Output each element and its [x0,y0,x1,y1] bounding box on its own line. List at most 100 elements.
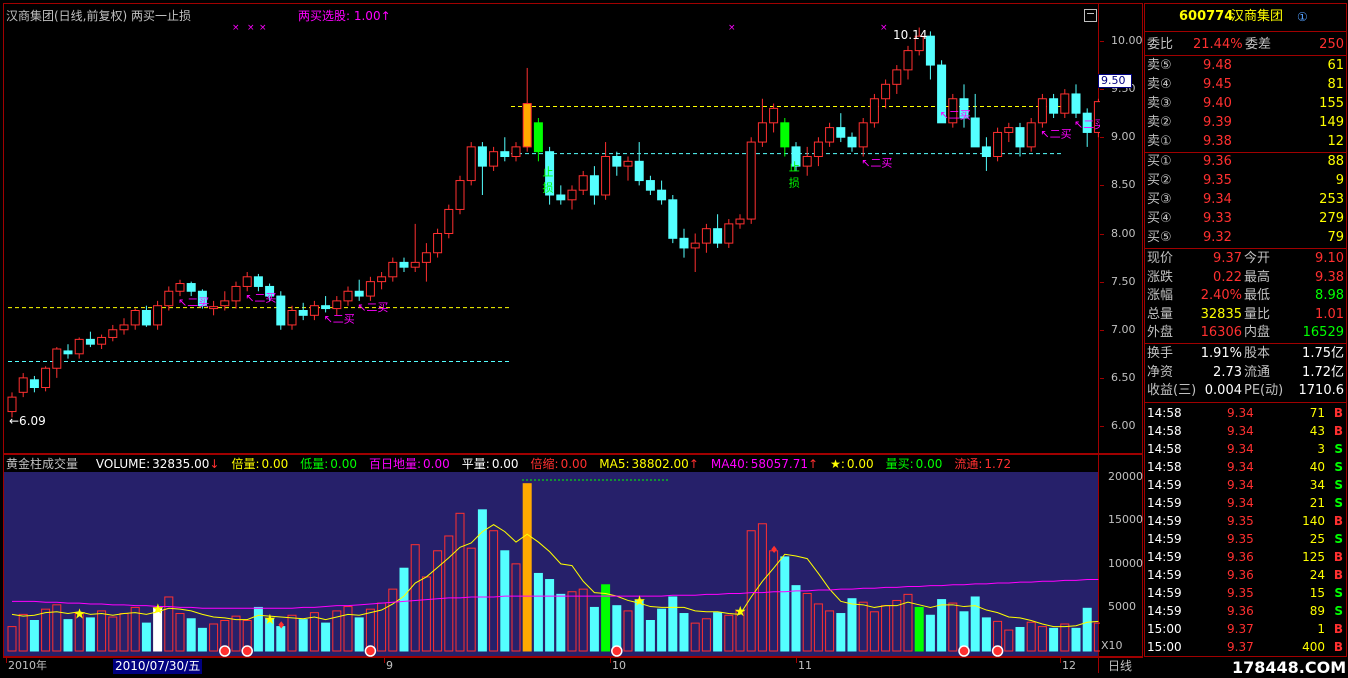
price-tick-mark [1100,281,1104,283]
candle-body [701,228,711,244]
tick-row: 14:59 9.36 89 S [1145,602,1348,620]
buy-signal-marker: ↖二买 [357,301,388,314]
tick-volume: 71 [1309,406,1325,420]
quote-stat-value: 8.98 [1315,288,1344,303]
candle-body [578,175,588,191]
volume-bar [421,576,431,652]
ask-price: 9.45 [1203,77,1232,92]
tick-time: 14:59 [1147,514,1182,528]
quote-stat-value: 16529 [1302,325,1344,340]
candle-body [511,146,521,157]
tick-volume: 140 [1302,514,1325,528]
volume-bar [29,620,39,652]
price-tick-mark [1100,426,1104,427]
volume-bar [1004,629,1014,652]
tick-side: S [1334,442,1343,456]
candle-body [1037,98,1047,124]
candle-body [242,276,252,287]
candle-body [645,180,655,191]
tick-side: S [1334,478,1343,492]
ask-volume: 81 [1327,77,1344,92]
ask-row: 卖④ 9.45 81 [1145,76,1348,94]
tick-row: 15:00 9.37 1 B [1145,620,1348,638]
tick-row: 14:59 9.34 34 S [1145,476,1348,494]
volume-unit: X10 [1101,639,1123,652]
volume-bar [119,613,129,652]
candle-body [993,131,1003,157]
volume-bar [645,620,655,652]
ma5-volume-line [11,524,1099,628]
volume-tick-label: 15000 [1108,513,1143,527]
fundamental-row: 收益(三) 0.004 PE(动) 1710.6 [1145,382,1348,400]
candle-body [1026,122,1036,148]
candle-body [690,242,700,249]
price-tick-label: 10.00 [1111,34,1143,47]
tick-price: 9.35 [1227,532,1254,546]
volume-bar [679,613,689,652]
x-axis-label: 11 [798,659,812,672]
period-label[interactable]: 日线 [1108,659,1132,673]
quote-header: 600774 汉商集团 ① [1145,8,1348,26]
tick-volume: 3 [1317,442,1325,456]
quote-stat-label: 最高 [1244,269,1271,285]
tick-price: 9.35 [1227,514,1254,528]
candle-body [410,261,420,268]
volume-bar [85,617,95,652]
tick-volume: 89 [1309,604,1325,618]
candle-body [365,281,375,297]
quote-stat-value: 32835 [1200,306,1242,322]
price-tick-mark [1100,185,1104,187]
volume-bar [1060,623,1070,652]
quote-stat-label: 现价 [1147,251,1174,266]
price-tick-mark [1100,137,1104,139]
volume-bar [813,603,823,652]
volume-axis: 20000 15000 10000 5000 [1100,456,1143,656]
volume-bar [410,544,420,652]
volume-bar [858,601,868,652]
low-price-label: ←6.09 [9,414,46,428]
bid-label: 买⑤ [1147,230,1172,245]
volume-bar [791,585,801,652]
candle-body [276,295,286,326]
volume-bar [937,599,947,652]
info-icon[interactable]: ① [1297,9,1308,25]
quote-stat-label: 最低 [1244,288,1271,303]
quote-divider [1145,248,1347,249]
volume-bar [63,619,73,652]
candle-body [522,103,532,148]
volume-bar [914,606,924,652]
ask-volume: 61 [1327,58,1344,73]
tick-volume: 400 [1302,640,1325,654]
volume-bar [567,591,577,652]
volume-bar [1015,626,1025,652]
tick-row: 14:59 9.35 15 S [1145,584,1348,602]
tick-time: 14:59 [1147,496,1182,510]
volume-bar [388,588,398,652]
volume-bar [1037,626,1047,652]
volume-bar [869,611,879,652]
stop-loss-marker: 损 [542,180,553,194]
candle-body [321,305,331,310]
bid-volume: 9 [1335,173,1344,188]
candle-body [668,199,678,239]
buy-signal-marker: ↖二买 [861,157,892,170]
candle-body [634,160,644,182]
candle-body [164,290,174,307]
star-marker: ★ [152,601,165,617]
weibi-value: 21.44% [1193,37,1243,52]
x-axis-label: 9 [386,659,393,672]
volume-bar [836,613,846,652]
star-marker: ★ [633,593,646,609]
fundamental-label: 收益(三) [1147,383,1197,398]
volume-bar [657,608,667,652]
tick-price: 9.34 [1227,460,1254,474]
tick-price: 9.34 [1227,478,1254,492]
volume-bar [578,588,588,652]
candle-body [533,122,543,153]
cross-circle-marker [958,645,970,657]
volume-bar [41,608,51,652]
tick-row: 14:58 9.34 43 B [1145,422,1348,440]
tick-side: S [1334,604,1343,618]
candle-body [52,348,62,369]
candle-body [298,310,308,316]
